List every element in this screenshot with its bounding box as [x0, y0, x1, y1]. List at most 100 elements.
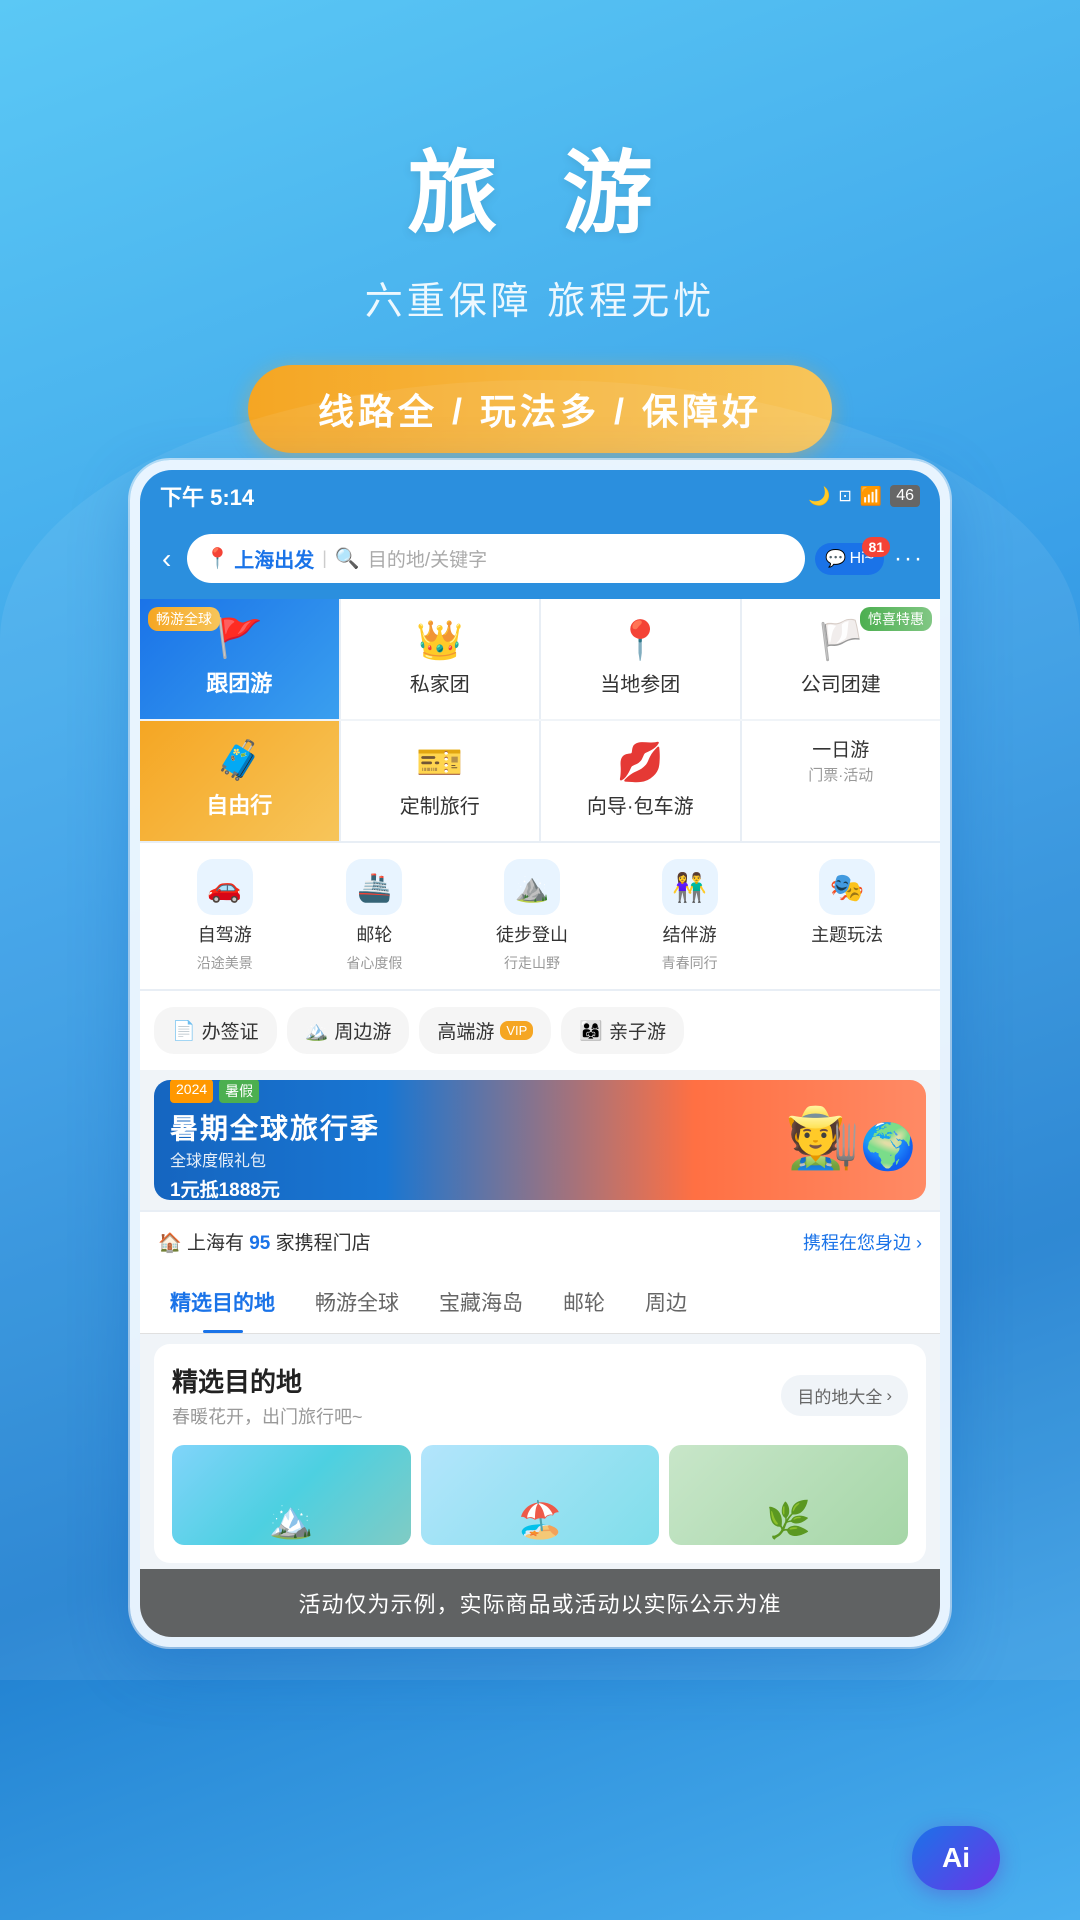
free-travel-icon: 🧳 — [216, 742, 263, 780]
banner-subtitle: 全球度假礼包 — [170, 1147, 380, 1171]
family-label: 亲子游 — [609, 1017, 666, 1044]
local-tour-label: 当地参团 — [600, 668, 680, 697]
battery-icon: 46 — [890, 485, 920, 507]
visa-label: 办签证 — [202, 1017, 259, 1044]
chat-badge: 81 — [862, 537, 890, 557]
vip-badge: VIP — [500, 1021, 533, 1040]
hero-title: 旅 游 — [0, 120, 1080, 250]
dest-header: 精选目的地 春暖花开，出门旅行吧~ 目的地大全 › — [172, 1362, 908, 1429]
tag-luxury[interactable]: 高端游 VIP — [419, 1007, 551, 1054]
store-count: 95 — [249, 1233, 270, 1254]
chat-icon: 💬 — [825, 549, 846, 569]
ai-button[interactable]: Ai — [912, 1826, 1000, 1890]
guide-tour-icon: 💋 — [617, 744, 664, 782]
banner-tag1: 2024 — [170, 1080, 213, 1103]
tab-nearby[interactable]: 周边 — [625, 1271, 707, 1333]
moon-icon: 🌙 — [808, 486, 830, 507]
grid-item-local-tour[interactable]: 📍 当地参团 — [541, 599, 740, 719]
dest-thumb-2[interactable]: 🏖️ — [421, 1445, 660, 1545]
cruise-label: 邮轮 — [356, 921, 392, 947]
service-self-drive[interactable]: 🚗 自驾游 沿途美景 — [197, 859, 253, 973]
disclaimer-text: 活动仅为示例，实际商品或活动以实际公示为准 — [298, 1592, 781, 1617]
banner-tag2: 暑假 — [219, 1080, 259, 1103]
store-suffix: 家携程门店 — [276, 1233, 371, 1254]
luxury-label: 高端游 — [437, 1017, 494, 1044]
guide-tour-label: 向导·包车游 — [587, 790, 694, 819]
local-tour-icon: 📍 — [617, 622, 664, 660]
tab-selected-dest[interactable]: 精选目的地 — [150, 1271, 295, 1333]
private-tour-icon: 👑 — [416, 622, 463, 660]
companion-label: 结伴游 — [663, 921, 717, 947]
grid-item-custom-travel[interactable]: 🎫 定制旅行 — [341, 721, 540, 841]
nearby-label: 周边游 — [334, 1017, 391, 1044]
service-companion[interactable]: 👫 结伴游 青春同行 — [662, 859, 718, 973]
wifi-icon: 📶 — [860, 486, 882, 507]
globe-icon: 🌍 — [860, 1120, 916, 1173]
banner[interactable]: 2024 暑假 暑期全球旅行季 全球度假礼包 1元抵1888元 🧑‍🌾 🌍 — [154, 1080, 926, 1200]
nav-icons: 💬 Hi~ 81 ··· — [815, 543, 924, 575]
hiking-icon-bg: ⛰️ — [504, 859, 560, 915]
dest-title-area: 精选目的地 春暖花开，出门旅行吧~ — [172, 1362, 363, 1429]
status-icons: 🌙 ⊡ 📶 46 — [808, 485, 920, 507]
dest-thumb-3[interactable]: 🌿 — [669, 1445, 908, 1545]
one-day-sublabel: 门票·活动 — [808, 764, 873, 785]
tab-island[interactable]: 宝藏海岛 — [419, 1271, 543, 1333]
one-day-label: 一日游 — [812, 735, 869, 762]
beach-scene-icon: 🏖️ — [518, 1499, 563, 1541]
self-drive-sublabel: 沿途美景 — [197, 953, 253, 973]
hero-section: 旅 游 六重保障 旅程无忧 线路全 / 玩法多 / 保障好 — [0, 0, 1080, 493]
search-bar[interactable]: 📍 上海出发 | 🔍 目的地/关键字 — [187, 534, 805, 583]
chat-button[interactable]: 💬 Hi~ 81 — [815, 543, 884, 575]
self-drive-label: 自驾游 — [198, 921, 252, 947]
free-travel-label: 自由行 — [206, 788, 272, 820]
grid-item-private-tour[interactable]: 👑 私家团 — [341, 599, 540, 719]
service-theme[interactable]: 🎭 主题玩法 — [811, 859, 883, 973]
search-icon: 🔍 — [335, 546, 360, 571]
service-hiking[interactable]: ⛰️ 徒步登山 行走山野 — [496, 859, 568, 973]
footer-disclaimer: 活动仅为示例，实际商品或活动以实际公示为准 — [140, 1569, 940, 1637]
store-prefix: 上海有 — [187, 1233, 244, 1254]
tab-bar: 精选目的地 畅游全球 宝藏海岛 邮轮 周边 — [140, 1271, 940, 1334]
dest-thumbnails: 🏔️ 🏖️ 🌿 — [172, 1445, 908, 1545]
tag-visa[interactable]: 📄 办签证 — [154, 1007, 277, 1054]
search-origin: 📍 上海出发 — [205, 544, 314, 573]
dest-section: 精选目的地 春暖花开，出门旅行吧~ 目的地大全 › 🏔️ 🏖️ — [154, 1344, 926, 1563]
visa-icon: 📄 — [172, 1019, 196, 1043]
dest-thumb-1[interactable]: 🏔️ — [172, 1445, 411, 1545]
grid-item-free-travel[interactable]: 🧳 自由行 — [140, 721, 339, 841]
self-drive-icon-bg: 🚗 — [197, 859, 253, 915]
grid-item-guide-tour[interactable]: 💋 向导·包车游 — [541, 721, 740, 841]
main-grid: 畅游全球 🚩 跟团游 👑 私家团 📍 当地参团 惊喜特惠 🏳️ 公司团建 — [140, 599, 940, 719]
companion-icon: 👫 — [672, 871, 707, 904]
cruise-sublabel: 省心度假 — [346, 953, 402, 973]
store-link[interactable]: 携程在您身边 › — [803, 1229, 922, 1255]
banner-promo: 1元抵1888元 — [170, 1175, 380, 1201]
grid-item-company-tour[interactable]: 惊喜特惠 🏳️ 公司团建 — [742, 599, 941, 719]
screen-icon: ⊡ — [838, 486, 851, 506]
custom-travel-label: 定制旅行 — [400, 790, 480, 819]
service-row: 🚗 自驾游 沿途美景 🚢 邮轮 省心度假 ⛰️ 徒步登山 行走山野 — [140, 841, 940, 989]
cruise-icon-bg: 🚢 — [346, 859, 402, 915]
tab-global[interactable]: 畅游全球 — [295, 1271, 419, 1333]
main-grid-row2: 🧳 自由行 🎫 定制旅行 💋 向导·包车游 一日游 门票·活动 — [140, 721, 940, 841]
store-icon: 🏠 — [158, 1233, 187, 1254]
grid-item-group-tour[interactable]: 畅游全球 🚩 跟团游 — [140, 599, 339, 719]
store-info: 🏠 上海有 95 家携程门店 携程在您身边 › — [140, 1210, 940, 1271]
more-button[interactable]: ··· — [894, 545, 924, 573]
dest-subtitle: 春暖花开，出门旅行吧~ — [172, 1403, 363, 1429]
tag-family[interactable]: 👨‍👩‍👧 亲子游 — [561, 1007, 684, 1054]
family-icon: 👨‍👩‍👧 — [579, 1019, 603, 1043]
grid-item-one-day[interactable]: 一日游 门票·活动 — [742, 721, 941, 841]
dest-all-button[interactable]: 目的地大全 › — [781, 1375, 908, 1416]
group-tour-label: 跟团游 — [206, 666, 272, 698]
dest-btn-icon: › — [886, 1386, 892, 1406]
dest-title: 精选目的地 — [172, 1362, 363, 1399]
status-bar: 下午 5:14 🌙 ⊡ 📶 46 — [140, 470, 940, 522]
tab-cruise[interactable]: 邮轮 — [543, 1271, 625, 1333]
service-cruise[interactable]: 🚢 邮轮 省心度假 — [346, 859, 402, 973]
tag-nearby[interactable]: 🏔️ 周边游 — [287, 1007, 410, 1054]
nav-bar: ‹ 📍 上海出发 | 🔍 目的地/关键字 💬 Hi~ 81 ··· — [140, 522, 940, 599]
back-button[interactable]: ‹ — [156, 543, 177, 575]
character-icon: 🧑‍🌾 — [785, 1102, 860, 1173]
location-icon: 📍 — [205, 546, 230, 571]
